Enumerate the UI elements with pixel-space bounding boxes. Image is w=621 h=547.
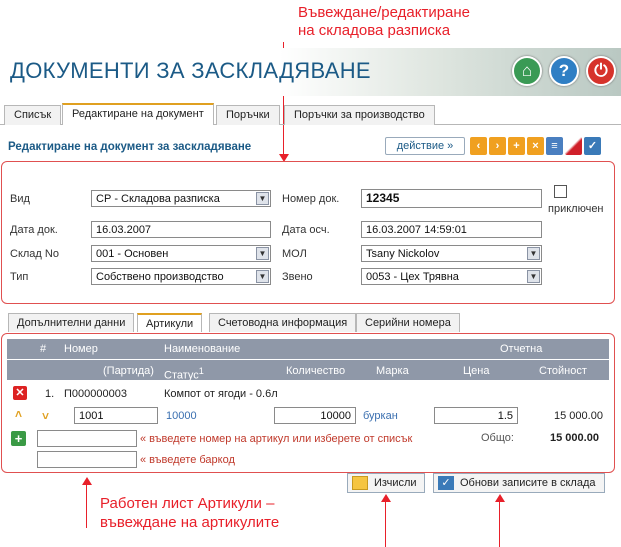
col-reporting: Отчетна — [500, 343, 543, 355]
barcode-hint: « въведете баркод — [140, 454, 235, 466]
app-header: ДОКУМЕНТИ ЗА ЗАСКЛАДЯВАНЕ ⌂ ? ⏻ — [0, 48, 621, 96]
help-icon[interactable]: ? — [549, 56, 579, 86]
check-icon: ✓ — [438, 476, 454, 490]
delete-icon[interactable]: × — [527, 137, 544, 155]
annotation-bottom-line1: Работен лист Артикули – — [100, 495, 275, 512]
add-icon[interactable]: + — [508, 137, 525, 155]
annotation-bottom-line2: въвеждане на артикулите — [100, 514, 280, 531]
batch-input[interactable]: 1001 — [74, 407, 158, 424]
doc-date-input[interactable]: 16.03.2007 — [91, 221, 271, 238]
annotation-top-line1: Въвеждане/редактиране — [298, 4, 471, 21]
chevron-down-icon[interactable]: ▼ — [256, 270, 269, 283]
row-code: П000000003 — [64, 388, 127, 400]
move-up-icon[interactable]: ˄ — [15, 407, 22, 421]
add-row-icon[interactable]: + — [11, 431, 26, 446]
chevron-down-icon[interactable]: ▼ — [527, 247, 540, 260]
annotation-top: Въвеждане/редактиране на складова разпис… — [298, 4, 470, 40]
prev-icon[interactable]: ‹ — [470, 137, 487, 155]
closed-checkbox[interactable] — [554, 185, 567, 198]
chevron-down-icon[interactable]: ▼ — [256, 247, 269, 260]
doc-number-input[interactable]: 12345 — [361, 189, 542, 208]
power-icon[interactable]: ⏻ — [586, 56, 616, 86]
calculator-icon — [352, 476, 368, 490]
quantity-input[interactable]: 10000 — [274, 407, 356, 424]
vid-select[interactable]: СР - Складова разписка ▼ — [91, 190, 271, 207]
tab-serial-numbers[interactable]: Серийни номера — [356, 313, 460, 332]
col-number: Номер — [64, 343, 98, 355]
price-input[interactable]: 1.5 — [434, 407, 518, 424]
delete-row-icon[interactable]: ✕ — [13, 386, 27, 400]
tab-accounting-info[interactable]: Счетоводна информация — [209, 313, 357, 332]
article-hint: « въведете номер на артикул или изберете… — [140, 433, 413, 445]
vid-label: Вид — [10, 193, 30, 205]
chevron-down-icon[interactable]: ▼ — [527, 270, 540, 283]
closed-label: приключен — [548, 203, 604, 215]
detail-tabs: Допълнителни данни Артикули Счетоводна и… — [0, 313, 621, 333]
section-title: Редактиране на документ за заскладяване — [8, 141, 252, 153]
tab-list[interactable]: Списък — [4, 105, 62, 125]
annotation-update-line — [499, 500, 500, 547]
type-select[interactable]: Собствено производство ▼ — [91, 268, 271, 285]
mol-select[interactable]: Tsany Nickolov ▼ — [361, 245, 542, 262]
nomer-label: Номер док. — [282, 193, 340, 205]
barcode-input[interactable] — [37, 451, 137, 468]
main-tabs: Списък Редактиране на документ Поръчки П… — [0, 103, 621, 125]
tab-additional-data[interactable]: Допълнителни данни — [8, 313, 135, 332]
total-label: Общо: — [481, 432, 514, 444]
zveno-label: Звено — [282, 271, 313, 283]
col-hash: # — [40, 343, 47, 355]
confirm-icon[interactable]: ✓ — [584, 137, 601, 155]
next-icon[interactable]: › — [489, 137, 506, 155]
row-number: 1. — [45, 388, 55, 400]
warehouse-select[interactable]: 001 - Основен ▼ — [91, 245, 271, 262]
mol-value: Tsany Nickolov — [366, 248, 440, 260]
col-brand: Марка — [376, 365, 409, 377]
sklad-label: Склад No — [10, 248, 59, 260]
annotation-bottom-arrow — [82, 477, 92, 485]
chevron-down-icon[interactable]: ▼ — [256, 192, 269, 205]
annotation-update-arrow — [495, 494, 505, 502]
row-brand: буркан — [363, 410, 398, 422]
calculate-button[interactable]: Изчисли — [347, 473, 425, 493]
col-value: Стойност — [539, 365, 587, 377]
annotation-top-line2: на складова разписка — [298, 22, 451, 39]
unit-select[interactable]: 0053 - Цех Трявна ▼ — [361, 268, 542, 285]
date-osch-label: Дата осч. — [282, 224, 330, 236]
action-button[interactable]: действие » — [385, 137, 465, 155]
row-status: 10000 — [166, 410, 197, 422]
col-quantity: Количество — [286, 365, 346, 377]
home-icon[interactable]: ⌂ — [512, 56, 542, 86]
col-name: Наименование — [164, 343, 241, 355]
total-value: 15 000.00 — [550, 432, 599, 444]
cancel-icon[interactable] — [565, 137, 582, 155]
col-batch: (Партида) — [103, 365, 154, 377]
tab-edit-document[interactable]: Редактиране на документ — [62, 103, 214, 125]
tab-articles[interactable]: Артикули — [137, 313, 203, 332]
move-down-icon[interactable]: ˅ — [42, 409, 49, 423]
tab-orders[interactable]: Поръчки — [216, 105, 280, 125]
vid-value: СР - Складова разписка — [96, 193, 220, 205]
col-price: Цена — [463, 365, 490, 377]
row-name: Компот от ягоди - 0.6л — [164, 388, 278, 400]
article-number-input[interactable] — [37, 430, 137, 447]
col-status: Статус1 — [164, 366, 204, 382]
date-label: Дата док. — [10, 224, 58, 236]
page-title: ДОКУМЕНТИ ЗА ЗАСКЛАДЯВАНЕ — [10, 58, 371, 83]
type-value: Собствено производство — [96, 271, 224, 283]
annotation-bottom-line — [86, 485, 87, 528]
tab-production-orders[interactable]: Поръчки за производство — [284, 105, 435, 125]
mol-label: МОЛ — [282, 248, 307, 260]
annotation-calc-arrow — [381, 494, 391, 502]
print-icon[interactable]: ≡ — [546, 137, 563, 155]
unit-value: 0053 - Цех Трявна — [366, 271, 459, 283]
annotation-bottom: Работен лист Артикули – въвеждане на арт… — [100, 494, 279, 532]
annotation-calc-line — [385, 500, 386, 547]
update-warehouse-button[interactable]: ✓ Обнови записите в склада — [433, 473, 605, 493]
tip-label: Тип — [10, 271, 29, 283]
row-value: 15 000.00 — [554, 410, 603, 422]
warehouse-value: 001 - Основен — [96, 248, 169, 260]
accounting-date-input[interactable]: 16.03.2007 14:59:01 — [361, 221, 542, 238]
